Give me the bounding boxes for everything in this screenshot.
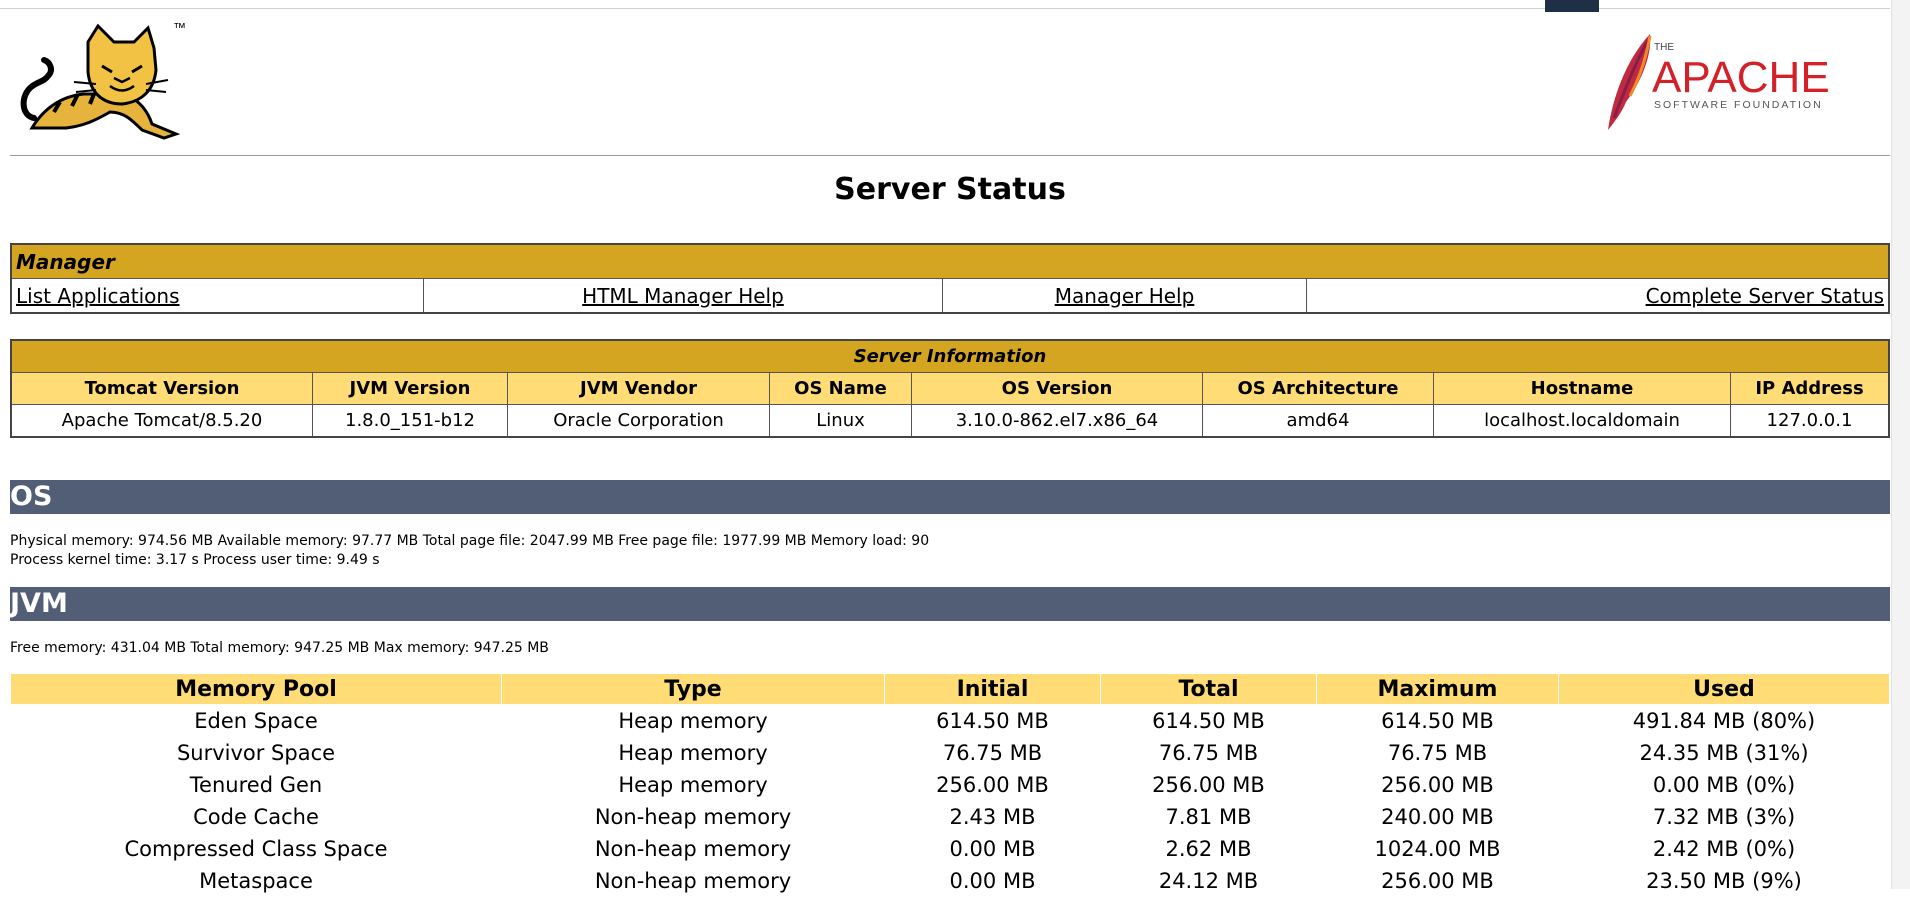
table-cell: Heap memory (618, 773, 768, 797)
apache-name-text: APACHE (1652, 53, 1830, 102)
manager-heading: Manager (10, 243, 1890, 279)
table-cell: 2.42 MB (0%) (1652, 837, 1796, 861)
column-header: IP Address (1730, 372, 1890, 405)
table-cell: 0.00 MB (949, 837, 1036, 861)
table-cell: 76.75 MB (1387, 741, 1488, 765)
manager-cell-list: List Applications (10, 278, 424, 314)
apache-the-text: THE (1654, 42, 1674, 53)
memory-pool-table: Memory Pool Type Initial Total Maximum U… (10, 673, 1890, 897)
table-cell: 614.50 MB (936, 709, 1049, 733)
vertical-scrollbar[interactable] (1891, 0, 1910, 889)
column-header: Initial (884, 673, 1101, 705)
table-row: Eden Space Heap memory 614.50 MB 614.50 … (11, 705, 1890, 738)
table-cell: 76.75 MB (1158, 741, 1259, 765)
manager-table: Manager List Applications HTML Manager H… (10, 243, 1890, 314)
column-header: OS Version (911, 372, 1203, 405)
table-cell: 256.00 MB (1152, 773, 1265, 797)
html-manager-help-link[interactable]: HTML Manager Help (582, 284, 784, 308)
server-information-header-row: Tomcat Version JVM Version JVM Vendor OS… (10, 372, 1890, 405)
list-applications-link[interactable]: List Applications (16, 284, 180, 308)
table-cell: 256.00 MB (1381, 869, 1494, 893)
column-header: Memory Pool (10, 673, 502, 705)
table-cell: 1024.00 MB (1374, 837, 1501, 861)
manager-cell-complete: Complete Server Status (1306, 278, 1890, 314)
browser-top-edge (0, 0, 1890, 9)
table-cell: Eden Space (194, 709, 318, 733)
table-cell: 614.50 MB (1152, 709, 1265, 733)
table-cell: 1.8.0_151-b12 (312, 404, 508, 438)
table-row: Metaspace Non-heap memory 0.00 MB 24.12 … (11, 865, 1890, 897)
table-cell: Tenured Gen (189, 773, 323, 797)
tomcat-logo[interactable] (14, 20, 184, 146)
table-cell: Heap memory (618, 741, 768, 765)
manager-cell-help: Manager Help (942, 278, 1307, 314)
table-cell: Linux (769, 404, 912, 438)
apache-logo[interactable]: THE APACHE SOFTWARE FOUNDATION (1590, 22, 1850, 138)
column-header: Tomcat Version (10, 372, 313, 405)
table-cell: 2.62 MB (1165, 837, 1252, 861)
table-cell: 127.0.0.1 (1730, 404, 1890, 438)
table-cell: Non-heap memory (594, 837, 792, 861)
table-cell: 24.35 MB (31%) (1639, 741, 1809, 765)
page-title: Server Status (834, 172, 1066, 207)
table-cell: Oracle Corporation (507, 404, 770, 438)
os-memory-line: Physical memory: 974.56 MB Available mem… (10, 533, 930, 549)
complete-server-status-link[interactable]: Complete Server Status (1646, 284, 1884, 308)
jvm-section-heading: JVM (10, 587, 1890, 621)
table-cell: 0.00 MB (949, 869, 1036, 893)
table-cell: 24.12 MB (1158, 869, 1259, 893)
table-cell: Apache Tomcat/8.5.20 (10, 404, 313, 438)
column-header: Hostname (1433, 372, 1731, 405)
column-header: Type (501, 673, 885, 705)
manager-help-link[interactable]: Manager Help (1055, 284, 1195, 308)
os-process-time-line: Process kernel time: 3.17 s Process user… (10, 552, 380, 568)
table-cell: 2.43 MB (949, 805, 1036, 829)
server-information-value-row: Apache Tomcat/8.5.20 1.8.0_151-b12 Oracl… (10, 404, 1890, 438)
table-cell: 23.50 MB (9%) (1646, 869, 1802, 893)
column-header: Maximum (1316, 673, 1559, 705)
memory-pool-header-row: Memory Pool Type Initial Total Maximum U… (10, 673, 1890, 705)
column-header: OS Architecture (1202, 372, 1434, 405)
server-information-table: Server Information Tomcat Version JVM Ve… (10, 339, 1890, 438)
table-cell: 256.00 MB (936, 773, 1049, 797)
table-cell: Survivor Space (176, 741, 336, 765)
table-cell: 7.81 MB (1165, 805, 1252, 829)
os-memory-info: Physical memory: 974.56 MB Available mem… (10, 532, 929, 570)
column-header: JVM Vendor (507, 372, 770, 405)
server-information-heading: Server Information (10, 339, 1890, 373)
page-header: ™ THE APACHE SOFTWARE FOUNDATION (10, 18, 1890, 155)
table-row: Code Cache Non-heap memory 2.43 MB 7.81 … (11, 801, 1890, 833)
table-cell: Compressed Class Space (124, 837, 388, 861)
table-cell: 256.00 MB (1381, 773, 1494, 797)
manager-cell-html-help: HTML Manager Help (423, 278, 943, 314)
apache-sub-text: SOFTWARE FOUNDATION (1654, 99, 1823, 111)
header-divider (10, 155, 1890, 156)
column-header: Total (1100, 673, 1317, 705)
table-cell: 240.00 MB (1381, 805, 1494, 829)
column-header: JVM Version (312, 372, 508, 405)
column-header: OS Name (769, 372, 912, 405)
table-cell: localhost.localdomain (1433, 404, 1731, 438)
os-section-heading: OS (10, 480, 1890, 514)
column-header: Used (1558, 673, 1890, 705)
table-row: Survivor Space Heap memory 76.75 MB 76.7… (11, 737, 1890, 769)
table-cell: 491.84 MB (80%) (1632, 709, 1816, 733)
jvm-memory-line: Free memory: 431.04 MB Total memory: 947… (10, 640, 549, 656)
table-cell: 7.32 MB (3%) (1652, 805, 1796, 829)
table-cell: 76.75 MB (942, 741, 1043, 765)
table-cell: 0.00 MB (0%) (1652, 773, 1796, 797)
table-cell: Code Cache (193, 805, 319, 829)
table-cell: Non-heap memory (594, 805, 792, 829)
trademark-mark: ™ (173, 20, 186, 35)
table-row: Tenured Gen Heap memory 256.00 MB 256.00… (11, 769, 1890, 801)
table-cell: Non-heap memory (594, 869, 792, 893)
thumbnail-image (1545, 0, 1599, 12)
table-cell: 614.50 MB (1381, 709, 1494, 733)
table-cell: amd64 (1202, 404, 1434, 438)
table-cell: Metaspace (199, 869, 313, 893)
table-cell: 3.10.0-862.el7.x86_64 (911, 404, 1203, 438)
table-cell: Heap memory (618, 709, 768, 733)
table-row: Compressed Class Space Non-heap memory 0… (11, 833, 1890, 865)
